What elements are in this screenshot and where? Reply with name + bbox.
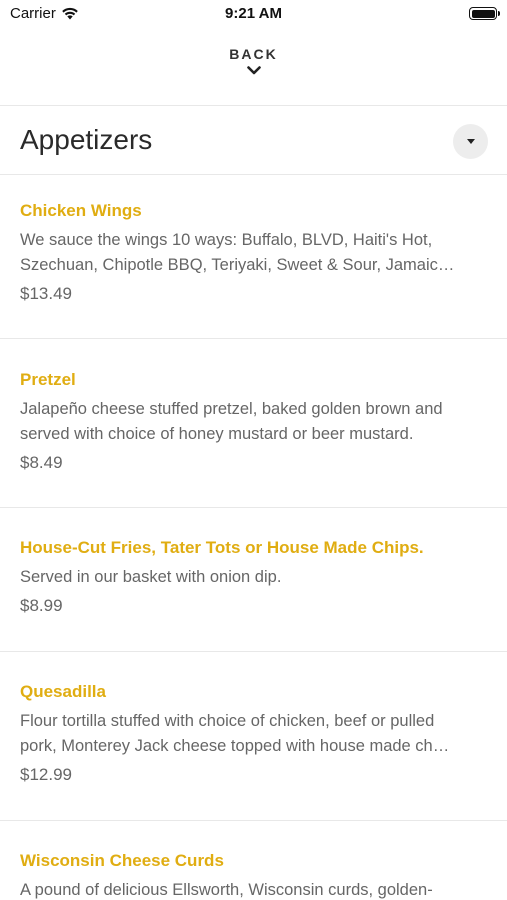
item-price: $13.49 (20, 284, 72, 303)
item-name: Pretzel (20, 370, 76, 389)
menu-item-chicken-wings[interactable]: Chicken Wings We sauce the wings 10 ways… (0, 201, 507, 304)
menu-item-cheese-curds[interactable]: Wisconsin Cheese Curds A pound of delici… (0, 851, 507, 900)
back-button[interactable]: BACK (0, 46, 507, 75)
divider (0, 338, 507, 339)
divider (0, 507, 507, 508)
item-price: $8.49 (20, 453, 63, 472)
item-description: We sauce the wings 10 ways: Buffalo, BLV… (20, 228, 486, 278)
item-name: Wisconsin Cheese Curds (20, 851, 224, 870)
item-description: A pound of delicious Ellsworth, Wisconsi… (20, 878, 486, 900)
description-line: Jalapeño cheese stuffed pretzel, baked g… (20, 400, 443, 418)
menu-item-fries[interactable]: House-Cut Fries, Tater Tots or House Mad… (0, 538, 507, 616)
menu-item-pretzel[interactable]: Pretzel Jalapeño cheese stuffed pretzel,… (0, 370, 507, 473)
battery-icon (469, 7, 500, 20)
description-line: Szechuan, Chipotle BBQ, Teriyaki, Sweet … (20, 256, 455, 274)
back-label: BACK (229, 46, 278, 62)
caret-down-icon (466, 139, 475, 144)
status-time: 9:21 AM (225, 5, 282, 22)
description-line: pork, Monterey Jack cheese topped with h… (20, 737, 450, 755)
item-name: House-Cut Fries, Tater Tots or House Mad… (20, 538, 424, 557)
divider (0, 651, 507, 652)
item-description: Flour tortilla stuffed with choice of ch… (20, 709, 486, 759)
item-description: Jalapeño cheese stuffed pretzel, baked g… (20, 397, 486, 447)
chevron-down-icon (246, 66, 261, 75)
description-line: Served in our basket with onion dip. (20, 568, 282, 586)
item-name: Quesadilla (20, 682, 106, 701)
menu-item-quesadilla[interactable]: Quesadilla Flour tortilla stuffed with c… (0, 682, 507, 785)
item-price: $12.99 (20, 765, 72, 784)
divider (0, 820, 507, 821)
description-line: Flour tortilla stuffed with choice of ch… (20, 712, 435, 730)
category-dropdown-button[interactable] (453, 124, 488, 159)
item-description: Served in our basket with onion dip. (20, 565, 486, 590)
item-price: $8.99 (20, 596, 63, 615)
description-line: We sauce the wings 10 ways: Buffalo, BLV… (20, 231, 433, 249)
section-title: Appetizers (20, 124, 153, 155)
item-name: Chicken Wings (20, 201, 142, 220)
divider (0, 105, 507, 106)
description-line: A pound of delicious Ellsworth, Wisconsi… (20, 881, 433, 899)
description-line: served with choice of honey mustard or b… (20, 425, 414, 443)
divider (0, 174, 507, 175)
status-bar: Carrier 9:21 AM (0, 0, 507, 28)
